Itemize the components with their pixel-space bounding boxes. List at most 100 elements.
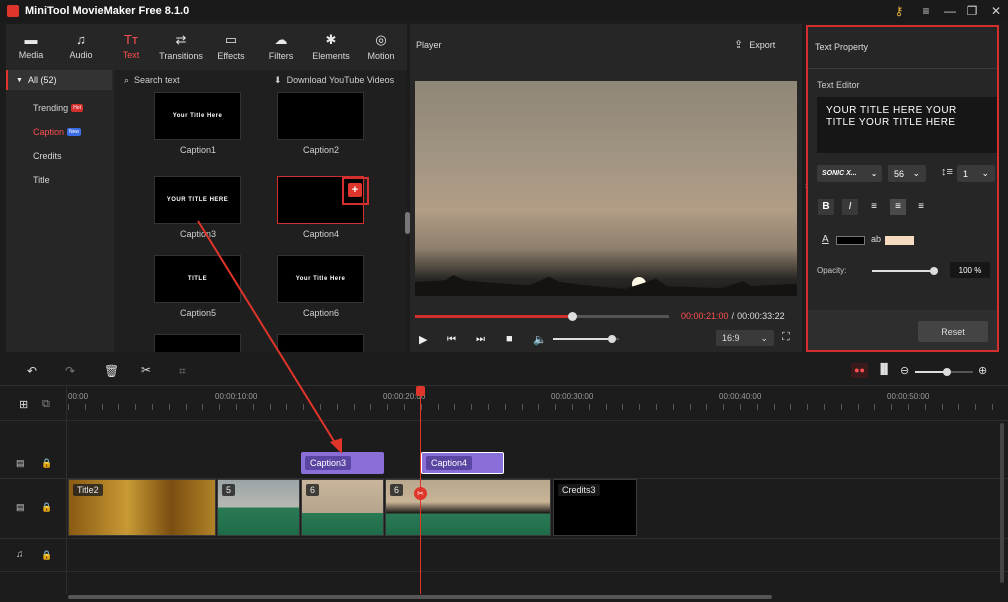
caption-thumbnail[interactable]: TITLE (154, 334, 241, 352)
caption-thumbnail[interactable]: YOUR TITLE HERE (154, 176, 241, 224)
video-clip[interactable]: Credits3 (553, 479, 637, 536)
text-editor-input[interactable]: YOUR TITLE HERE YOUR TITLE YOUR TITLE HE… (817, 97, 997, 153)
timeline-scrollbar[interactable] (68, 595, 772, 599)
stop-icon[interactable]: ■ (506, 333, 513, 345)
playhead-scissors-icon[interactable]: ✂ (414, 487, 427, 500)
zoom-slider[interactable] (915, 368, 973, 376)
opacity-value-field[interactable]: 100 % (950, 262, 990, 278)
crop-icon[interactable]: ⌗ (179, 364, 186, 379)
play-icon[interactable]: ▶ (419, 333, 427, 346)
zoom-out-icon[interactable]: ⊖ (900, 364, 909, 377)
text-track-lock-icon[interactable]: 🔒 (41, 458, 52, 469)
caption-thumbnail[interactable]: Your Title Here (277, 255, 364, 303)
progress-handle[interactable] (568, 312, 578, 321)
maximize-button[interactable]: ❐ (960, 0, 984, 22)
playback-progress[interactable] (415, 312, 669, 321)
text-color-swatch[interactable] (836, 236, 865, 245)
snap-toggle-icon[interactable]: ●● (851, 363, 868, 378)
category-trending[interactable]: Trending Hot (6, 96, 112, 120)
video-clip[interactable]: 6 (385, 479, 551, 536)
video-track-lock-icon[interactable]: 🔒 (41, 502, 52, 513)
opacity-slider[interactable] (872, 267, 938, 275)
zoom-in-icon[interactable]: ⊕ (978, 364, 987, 377)
bold-button[interactable]: B (818, 199, 834, 215)
align-left-icon[interactable]: ≡ (866, 199, 882, 215)
delete-icon[interactable]: 🗑 (104, 364, 119, 378)
caption-thumbnail[interactable] (277, 92, 364, 140)
category-credits[interactable]: Credits (6, 144, 112, 168)
tab-label: Filters (268, 50, 294, 61)
add-track-icon[interactable]: ⊞ (19, 398, 28, 411)
minimize-button[interactable]: — (938, 0, 962, 22)
ruler-tick (438, 404, 439, 410)
tab-media[interactable]: ▬ Media (6, 24, 56, 68)
video-preview[interactable] (415, 81, 797, 296)
align-center-icon[interactable]: ≡ (890, 199, 906, 215)
caption-thumbnail[interactable]: TITLE (154, 255, 241, 303)
player-panel: Player ⇪ Export 00:00:21:00 / 00:00:33:2… (410, 24, 802, 352)
folder-icon: ▬ (24, 32, 38, 47)
ruler-tick (522, 404, 523, 410)
export-button[interactable]: ⇪ Export (734, 38, 775, 51)
split-icon[interactable]: ✂ (141, 363, 151, 377)
tab-transitions[interactable]: ⇄ Transitions (156, 24, 206, 68)
previous-frame-icon[interactable]: ⏮ (447, 334, 456, 345)
line-spacing-select[interactable]: 1 ⌄ (957, 165, 995, 182)
ruler-tick (942, 404, 943, 410)
tab-elements[interactable]: ✱ Elements (306, 24, 356, 68)
volume-slider[interactable] (553, 335, 619, 343)
align-right-icon[interactable]: ≡ (913, 199, 929, 215)
category-label: Trending (33, 103, 69, 113)
redo-icon[interactable]: ↷ (65, 364, 75, 378)
tab-text[interactable]: Tт Text (106, 24, 156, 68)
caption-thumbnail[interactable]: Your Title Here (154, 92, 241, 140)
ruler-tick (706, 404, 707, 410)
ruler-label: 00:00:10:00 (215, 392, 258, 401)
download-youtube-link[interactable]: Download YouTube Videos (287, 75, 395, 85)
search-input[interactable]: Search text (134, 75, 274, 85)
track-manager-icon[interactable]: ⧉ (42, 398, 50, 411)
font-size-select[interactable]: 56 ⌄ (888, 165, 926, 182)
opacity-handle[interactable] (930, 267, 938, 275)
zoom-handle[interactable] (942, 368, 951, 376)
chevron-down-icon: ⌄ (871, 170, 877, 178)
italic-button[interactable]: I (842, 199, 858, 215)
menu-icon[interactable]: ≡ (914, 0, 938, 22)
reset-button[interactable]: Reset (918, 321, 988, 342)
caption-clip[interactable]: Caption4 (421, 452, 504, 474)
fullscreen-icon[interactable]: ⛶ (782, 331, 790, 344)
tab-effects[interactable]: ▭ Effects (206, 24, 256, 68)
video-clip-label: 5 (222, 484, 236, 496)
next-frame-icon[interactable]: ⏭ (476, 334, 485, 345)
ruler-tick (824, 404, 825, 410)
tab-filters[interactable]: ☁ Filters (256, 24, 306, 68)
category-title[interactable]: Title (6, 168, 112, 192)
audio-mix-icon[interactable]: ▐▌ (877, 364, 891, 375)
background-color-swatch[interactable] (885, 236, 914, 245)
ruler-tick (102, 404, 103, 410)
font-select[interactable]: SONIC X... ⌄ (817, 165, 882, 182)
undo-icon[interactable]: ↶ (27, 364, 37, 378)
close-button[interactable]: ✕ (984, 0, 1008, 22)
video-clip[interactable]: 5 (217, 479, 300, 536)
timeline-scrollbar-vertical[interactable] (1000, 423, 1004, 583)
caption-clip[interactable]: Caption3 (301, 452, 384, 474)
volume-handle[interactable] (608, 335, 617, 343)
audio-track-icon: ♫ (16, 549, 24, 560)
tab-motion[interactable]: ◎ Motion (356, 24, 406, 68)
ruler-tick (740, 404, 741, 410)
video-clip[interactable]: Title2 (68, 479, 216, 536)
key-icon[interactable]: ⚷ (887, 0, 911, 22)
caption-thumbnail[interactable] (277, 334, 364, 352)
aspect-ratio-select[interactable]: 16:9 ⌄ (716, 330, 774, 346)
ruler-tick (85, 404, 86, 410)
category-all[interactable]: ▼ All (52) (6, 70, 112, 90)
audio-track-lock-icon[interactable]: 🔒 (41, 550, 52, 561)
tab-audio[interactable]: ♫ Audio (56, 24, 106, 68)
volume-icon[interactable]: 🔈 (533, 333, 547, 346)
video-clip[interactable]: 6 (301, 479, 384, 536)
category-caption[interactable]: Caption New (6, 120, 112, 144)
add-caption-plus-icon[interactable]: + (348, 183, 362, 197)
playhead-handle[interactable] (416, 386, 425, 396)
ruler-tick (874, 404, 875, 410)
